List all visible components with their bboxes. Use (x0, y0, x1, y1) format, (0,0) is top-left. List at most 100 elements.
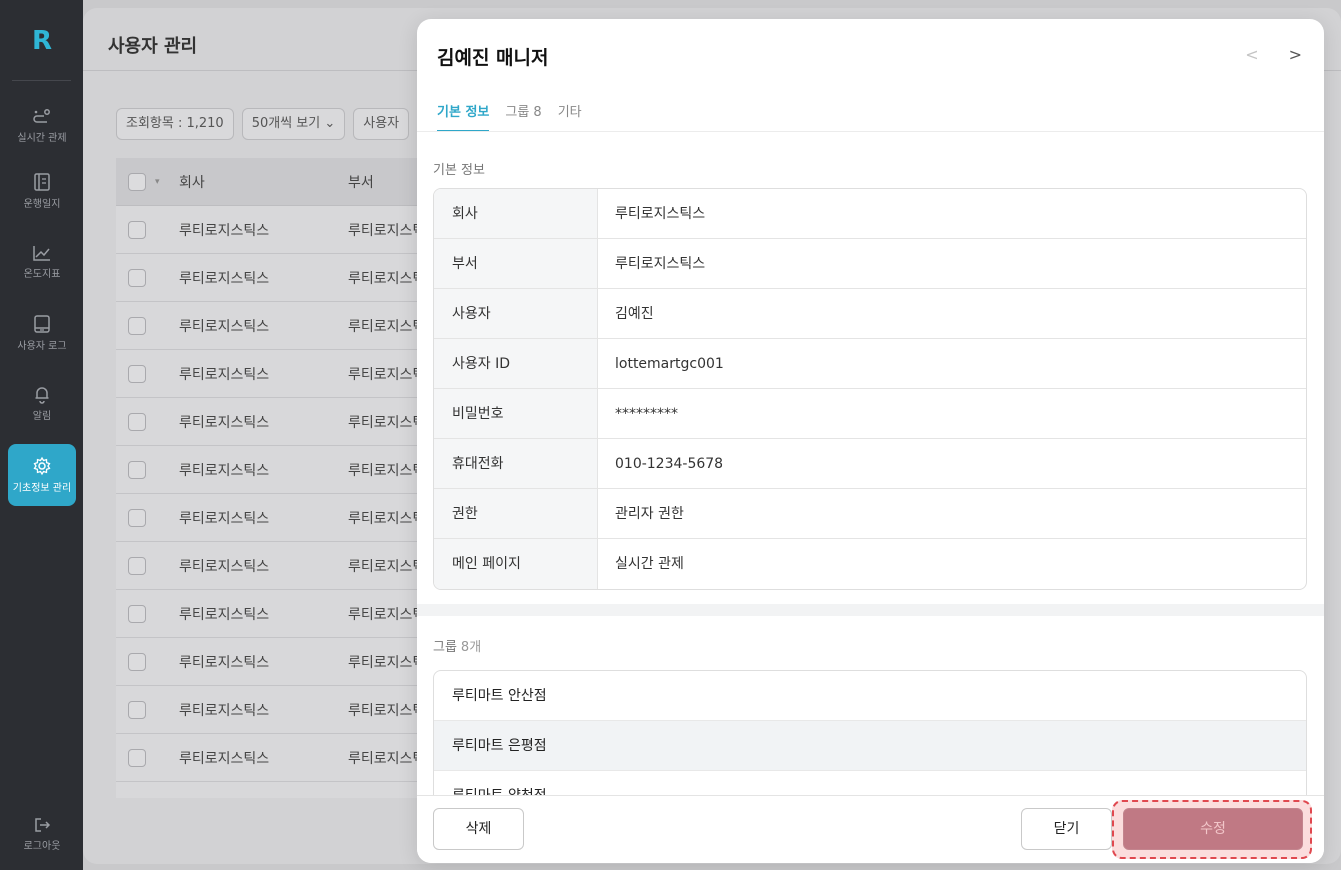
cell-company: 루티로지스틱스 (179, 414, 270, 431)
info-value: 김예진 (615, 306, 654, 322)
tab-groups[interactable]: 그룹 8 (505, 101, 541, 132)
row-checkbox[interactable] (128, 460, 146, 479)
prev-record-button[interactable]: < (1245, 45, 1258, 64)
user-table: ▾ 회사 부서 루티로지스틱스 루티로지스틱스 루티로지스틱스 루티로지스틱스 루티로지… (116, 158, 436, 798)
table-row[interactable]: 루티로지스틱스 루티로지스틱스 (116, 398, 436, 446)
table-body: 루티로지스틱스 루티로지스틱스 루티로지스틱스 루티로지스틱스 루티로지스틱스 루티로지스… (116, 206, 436, 782)
info-key: 부서 (434, 239, 598, 288)
table-row[interactable]: 루티로지스틱스 루티로지스틱스 (116, 206, 436, 254)
table-row[interactable]: 루티로지스틱스 루티로지스틱스 (116, 542, 436, 590)
cell-company: 루티로지스틱스 (179, 510, 270, 527)
table-row[interactable]: 루티로지스틱스 루티로지스틱스 (116, 638, 436, 686)
group-section-label: 그룹 (433, 640, 457, 655)
row-checkbox[interactable] (128, 556, 146, 575)
caret-down-icon[interactable]: ▾ (155, 177, 160, 187)
row-checkbox[interactable] (128, 268, 146, 287)
tab-etc[interactable]: 기타 (558, 101, 582, 132)
app-logo[interactable]: R (27, 26, 57, 56)
section-title-basic-info: 기본 정보 (433, 163, 485, 178)
sidebar-item-realtime[interactable]: 실시간 관제 (8, 96, 76, 158)
sidebar-item-alerts[interactable]: 알림 (8, 372, 76, 434)
sidebar-item-temperature[interactable]: 온도지표 (8, 232, 76, 294)
record-navigation: < > (1245, 45, 1302, 64)
info-value: 루티로지스틱스 (615, 256, 706, 272)
sidebar-item-label: 실시간 관제 (17, 133, 67, 144)
page-size-select[interactable]: 50개씩 보기 ⌄ (241, 108, 346, 140)
page-title: 사용자 관리 (108, 36, 198, 57)
info-value: 관리자 권한 (615, 506, 684, 522)
section-title-groups: 그룹 8개 (433, 636, 481, 655)
basic-info-table: 회사 루티로지스틱스 부서 루티로지스틱스 사용자 김예진 사용자 ID lottema… (433, 188, 1307, 590)
group-item[interactable]: 루티마트 안산점 (434, 671, 1306, 721)
row-checkbox[interactable] (128, 748, 146, 767)
info-key: 권한 (434, 489, 598, 538)
column-header-company[interactable]: 회사 (179, 172, 205, 192)
sidebar-item-logbook[interactable]: 운행일지 (8, 160, 76, 222)
sidebar-item-label: 로그아웃 (23, 841, 61, 852)
delete-button[interactable]: 삭제 (433, 808, 524, 850)
row-checkbox[interactable] (128, 508, 146, 527)
close-button[interactable]: 닫기 (1021, 808, 1112, 850)
cell-company: 루티로지스틱스 (179, 558, 270, 575)
gear-icon (33, 456, 51, 476)
table-row[interactable]: 루티로지스틱스 루티로지스틱스 (116, 734, 436, 782)
sidebar: R 실시간 관제 운행일지 온도지표 사용자 로그 알림 기초정보 관리 로그아… (0, 0, 83, 870)
sidebar-item-label: 사용자 로그 (17, 341, 67, 352)
tabs-divider (417, 131, 1324, 132)
sidebar-item-label: 온도지표 (23, 269, 61, 280)
column-header-department[interactable]: 부서 (348, 172, 374, 192)
table-row[interactable]: 루티로지스틱스 루티로지스틱스 (116, 302, 436, 350)
modal-footer: 삭제 닫기 수정 (417, 795, 1324, 863)
cell-company: 루티로지스틱스 (179, 270, 270, 287)
info-value: lottemartgc001 (615, 356, 724, 372)
user-detail-modal: 김예진 매니저 < > 기본 정보 그룹 8 기타 기본 정보 회사 루티로지스틱… (417, 19, 1324, 863)
row-checkbox[interactable] (128, 220, 146, 239)
sidebar-item-label: 운행일지 (23, 199, 61, 210)
sidebar-item-label: 알림 (32, 411, 52, 422)
row-checkbox[interactable] (128, 604, 146, 623)
tab-basic-info[interactable]: 기본 정보 (437, 101, 490, 132)
row-checkbox[interactable] (128, 700, 146, 719)
next-record-button[interactable]: > (1289, 45, 1302, 64)
filter-select[interactable]: 사용자 (353, 108, 410, 140)
route-icon (33, 109, 50, 123)
sidebar-item-user-log[interactable]: 사용자 로그 (8, 302, 76, 364)
cell-company: 루티로지스틱스 (179, 654, 270, 671)
cell-company: 루티로지스틱스 (179, 222, 270, 239)
info-key: 회사 (434, 189, 598, 238)
info-key: 메인 페이지 (434, 539, 598, 589)
info-row-user: 사용자 김예진 (434, 289, 1306, 339)
info-value: 루티로지스틱스 (615, 206, 706, 222)
table-row[interactable]: 루티로지스틱스 루티로지스틱스 (116, 686, 436, 734)
bell-icon (35, 387, 49, 404)
row-checkbox[interactable] (128, 652, 146, 671)
row-checkbox[interactable] (128, 364, 146, 383)
info-key: 사용자 ID (434, 339, 598, 388)
table-row[interactable]: 루티로지스틱스 루티로지스틱스 (116, 446, 436, 494)
info-value: 010-1234-5678 (615, 456, 724, 472)
info-row-user-id: 사용자 ID lottemartgc001 (434, 339, 1306, 389)
row-checkbox[interactable] (128, 316, 146, 335)
group-list: 루티마트 안산점 루티마트 은평점 루티마트 양천점 (433, 670, 1307, 800)
select-all-checkbox[interactable] (128, 172, 146, 191)
sidebar-item-logout[interactable]: 로그아웃 (8, 804, 76, 866)
info-value: ********* (615, 406, 678, 422)
info-row-department: 부서 루티로지스틱스 (434, 239, 1306, 289)
table-header: ▾ 회사 부서 (116, 158, 436, 206)
info-key: 사용자 (434, 289, 598, 338)
table-row[interactable]: 루티로지스틱스 루티로지스틱스 (116, 254, 436, 302)
row-checkbox[interactable] (128, 412, 146, 431)
table-row[interactable]: 루티로지스틱스 루티로지스틱스 (116, 590, 436, 638)
table-row[interactable]: 루티로지스틱스 루티로지스틱스 (116, 494, 436, 542)
group-item[interactable]: 루티마트 은평점 (434, 721, 1306, 771)
info-value: 실시간 관제 (615, 556, 684, 572)
sidebar-item-basic-info[interactable]: 기초정보 관리 (8, 444, 76, 506)
table-toolbar: 조회항목 : 1,210 50개씩 보기 ⌄ 사용자 (116, 108, 410, 140)
info-row-password: 비밀번호 ********* (434, 389, 1306, 439)
edit-button[interactable]: 수정 (1123, 808, 1303, 850)
chart-line-icon (33, 246, 50, 261)
info-row-main-page: 메인 페이지 실시간 관제 (434, 539, 1306, 589)
cell-company: 루티로지스틱스 (179, 366, 270, 383)
cell-company: 루티로지스틱스 (179, 750, 270, 767)
table-row[interactable]: 루티로지스틱스 루티로지스틱스 (116, 350, 436, 398)
